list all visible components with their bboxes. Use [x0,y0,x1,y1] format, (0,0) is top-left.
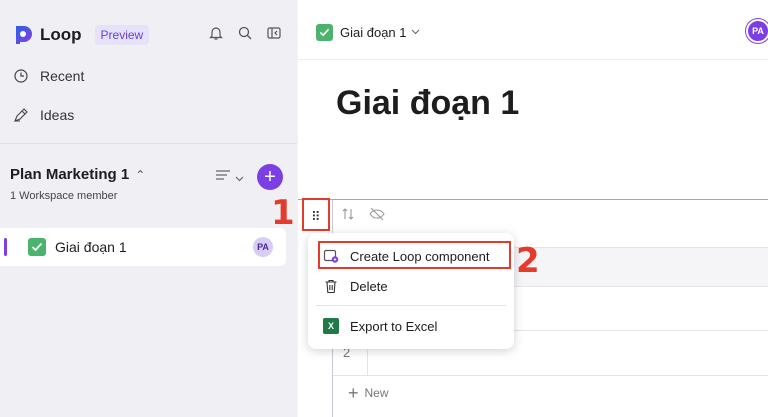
breadcrumb[interactable]: Giai đoạn 1 [316,24,420,41]
nav-ideas[interactable]: Ideas [12,104,74,126]
delete-label: Delete [350,278,388,294]
page-header-bar: Giai đoạn 1 PA [298,0,768,60]
nav-ideas-label: Ideas [40,107,75,123]
loop-logo-icon [12,24,34,46]
excel-icon: X [323,318,339,334]
checkmark-icon [316,24,333,41]
highlight-box [318,241,511,269]
checkmark-icon [28,238,46,256]
workspace-name: Plan Marketing 1 [10,166,130,183]
sidebar: Loop Preview Recent Ideas Plan Marketing… [0,0,297,417]
sidebar-page-label: Giai đoạn 1 [55,239,127,255]
main-canvas: Giai đoạn 1 PA Giai đoạn 1 ⠿ 2 + New [298,0,768,417]
table-toolbar [341,207,385,226]
avatar[interactable]: PA [746,19,768,43]
export-to-excel-item[interactable]: X Export to Excel [308,311,514,341]
nav-recent[interactable]: Recent [12,65,84,87]
bell-icon[interactable] [207,24,225,42]
plus-icon: + [264,166,276,188]
expand-collapse-icon: ⌃ [135,167,146,182]
page-title[interactable]: Giai đoạn 1 [336,84,519,123]
search-icon[interactable] [236,24,254,42]
step-1-label: 1 [271,193,295,233]
trash-icon [323,278,339,294]
new-row-button[interactable]: + New [348,384,389,402]
workspace-sort-menu[interactable] [215,168,244,187]
workspace-members: 1 Workspace member [10,190,118,202]
clock-icon [12,67,30,85]
app-logo[interactable]: Loop Preview [12,22,150,48]
collapse-sidebar-icon[interactable] [265,24,283,42]
context-menu: Create Loop component Delete X Export to… [308,233,514,349]
preview-badge: Preview [94,25,150,45]
sidebar-page-item[interactable]: Giai đoạn 1 PA [0,228,286,266]
sidebar-top-actions [207,24,283,42]
step-2-label: 2 [516,241,540,281]
pen-icon [12,106,30,124]
breadcrumb-label: Giai đoạn 1 [340,25,407,40]
nav-recent-label: Recent [40,68,85,84]
list-icon [215,168,233,187]
hide-icon[interactable] [369,207,385,226]
app-name: Loop [40,25,82,44]
workspace-title[interactable]: Plan Marketing 1 ⌃ [10,166,145,183]
sidebar-divider [0,143,297,144]
plus-icon: + [348,383,359,403]
avatar: PA [253,237,273,257]
chevron-down-icon [235,169,244,187]
active-indicator [4,238,7,256]
add-page-button[interactable]: + [257,164,283,190]
sort-icon[interactable] [341,207,355,226]
new-row-label: New [364,386,389,400]
drag-handle-icon[interactable]: ⠿ [311,209,320,225]
delete-item[interactable]: Delete [308,271,514,301]
menu-divider [316,305,506,306]
export-to-excel-label: Export to Excel [350,318,438,334]
chevron-down-icon [411,27,420,38]
